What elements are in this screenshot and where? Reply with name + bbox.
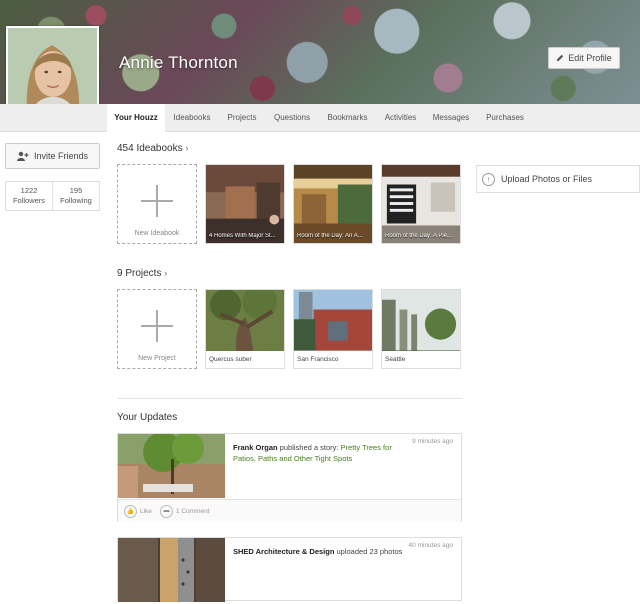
ideabook-thumbnail [382,165,460,243]
tab-your-houzz[interactable]: Your Houzz [107,104,165,133]
ideabook-caption: Room of the Day: A Pie... [385,233,453,239]
ideabooks-heading[interactable]: 454 Ideabooks › [117,143,188,154]
ideabook-thumbnail [294,165,372,243]
update-actions: 👍 Like ▬ 1 Comment [118,499,461,522]
update-action: uploaded 23 photos [334,547,403,556]
projects-title: 9 Projects [117,268,162,279]
upload-photos-button[interactable]: ↑ Upload Photos or Files [476,165,640,193]
tab-questions[interactable]: Questions [268,104,316,132]
ideabook-card[interactable]: 4 Homes With Major St... [205,164,285,244]
profile-name: Annie Thornton [119,53,238,72]
pencil-icon [557,54,564,62]
projects-heading[interactable]: 9 Projects › [117,268,167,279]
update-time: 40 minutes ago [408,542,453,549]
comment-button[interactable]: ▬ 1 Comment [159,504,210,518]
project-caption: Seattle [382,351,460,368]
upload-label: Upload Photos or Files [501,174,593,184]
tab-purchases[interactable]: Purchases [482,104,528,132]
like-label: Like [140,507,152,515]
tab-ideabooks[interactable]: Ideabooks [167,104,217,132]
update-image[interactable] [118,434,225,498]
new-project-label: New Project [138,355,176,362]
ideabook-thumbnail [206,165,284,243]
followers-count: 1222 [20,186,38,195]
update-time: 9 minutes ago [412,438,453,445]
tab-projects[interactable]: Projects [220,104,264,132]
following-label: Following [60,196,92,205]
invite-friends-label: Invite Friends [33,151,89,161]
chevron-right-icon: › [185,143,189,153]
project-card[interactable]: Seattle [381,289,461,369]
project-card[interactable]: San Francisco [293,289,373,369]
tab-activities[interactable]: Activities [378,104,423,132]
update-image[interactable] [118,538,225,602]
new-project-card[interactable]: New Project [117,289,197,369]
edit-profile-label: Edit Profile [568,53,612,63]
project-card[interactable]: Quercus suber [205,289,285,369]
add-person-icon [16,151,29,161]
ideabook-card[interactable]: Room of the Day: A Pie... [381,164,461,244]
edit-profile-button[interactable]: Edit Profile [548,47,620,69]
ideabooks-title: 454 Ideabooks [117,143,183,154]
project-caption: San Francisco [294,351,372,368]
plus-icon [141,310,173,342]
plus-icon [141,185,173,217]
update-text: SHED Architecture & Design uploaded 23 p… [233,546,403,557]
tab-bookmarks[interactable]: Bookmarks [320,104,375,132]
upload-arrow-icon: ↑ [482,172,495,186]
follow-stats: 1222 Followers 195 Following [5,181,100,211]
like-button[interactable]: 👍 Like [124,504,152,518]
project-caption: Quercus suber [206,351,284,368]
invite-friends-button[interactable]: Invite Friends [5,143,100,169]
update-action: published a story: [277,443,341,452]
update-item: SHED Architecture & Design uploaded 23 p… [117,537,462,602]
tab-messages[interactable]: Messages [428,104,474,132]
section-divider [117,398,462,399]
followers-label: Followers [12,196,46,205]
ideabook-caption: 4 Homes With Major St... [209,233,276,239]
following-stat[interactable]: 195 Following [52,182,99,210]
update-text: Frank Organ published a story: Pretty Tr… [233,442,403,464]
comment-label: 1 Comment [175,507,210,515]
following-count: 195 [69,186,83,195]
profile-nav: Your Houzz Ideabooks Projects Questions … [0,104,640,133]
update-author[interactable]: SHED Architecture & Design [233,547,334,556]
ideabook-caption: Room of the Day: An A... [297,233,363,239]
followers-stat[interactable]: 1222 Followers [6,182,52,210]
new-ideabook-label: New Ideabook [134,230,180,237]
updates-title: Your Updates [117,412,178,423]
speech-bubble-icon: ▬ [159,504,173,518]
ideabook-card[interactable]: Room of the Day: An A... [293,164,373,244]
new-ideabook-card[interactable]: New Ideabook [117,164,197,244]
update-item: Frank Organ published a story: Pretty Tr… [117,433,462,522]
update-author[interactable]: Frank Organ [233,443,278,452]
chevron-right-icon: › [164,268,168,278]
thumbs-up-icon: 👍 [124,504,137,518]
